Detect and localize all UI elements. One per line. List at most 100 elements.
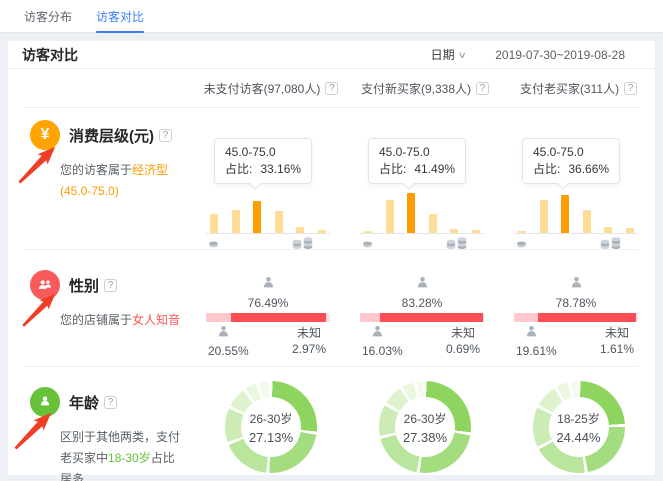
consume-histogram[interactable] (514, 192, 638, 234)
tooltip-label: 占比: (379, 162, 406, 176)
female-percent: 76.49% (206, 296, 330, 310)
tooltip-value: 36.66% (568, 162, 609, 176)
gender-people-icon (30, 270, 60, 300)
consume-label-cell: ¥ 消费层级(元) ? 您的访客属于经济型(45.0-75.0) (8, 108, 194, 255)
date-range-value[interactable]: 2019-07-30~2019-08-28 (495, 48, 625, 62)
desc-text: 您的访客属于 (60, 163, 132, 177)
tooltip-range: 45.0-75.0 (379, 144, 455, 161)
section-desc: 您的访客属于经济型(45.0-75.0) (60, 160, 186, 202)
male-percent: 16.03% (362, 344, 403, 358)
range-tooltip: 45.0-75.0 占比:36.66% (522, 138, 620, 184)
consume-chart-unpaid: 45.0-75.0 占比: 33.16% (194, 108, 348, 255)
unknown-percent: 0.69% (446, 341, 480, 357)
tooltip-label: 占比: (225, 162, 252, 176)
person-icon (30, 387, 60, 417)
help-icon[interactable]: ? (159, 129, 172, 142)
desc-highlight: 女人知音 (132, 313, 180, 327)
male-icon (516, 326, 539, 343)
histogram-bar[interactable] (429, 214, 437, 233)
histogram-bar[interactable] (626, 228, 634, 233)
female-icon (261, 277, 276, 294)
donut-center-value: 24.44% (556, 430, 600, 445)
tab-visitor-distribution[interactable]: 访客分布 (24, 0, 72, 32)
help-icon[interactable]: ? (104, 396, 117, 409)
consume-chart-new-buyers: 45.0-75.0 占比: 41.49% (348, 108, 502, 255)
section-gender: 性别 ? 您的店铺属于女人知音 76.49% 20.55% 未知2.97% 83… (8, 250, 655, 366)
histogram-bar[interactable] (253, 201, 261, 233)
age-donut[interactable]: 26-30岁27.13% (225, 381, 317, 473)
female-percent: 83.28% (360, 296, 484, 310)
female-icon (415, 277, 430, 294)
date-controls: 日期 ∨ 2019-07-30~2019-08-28 (431, 46, 625, 63)
gender-label-cell: 性别 ? 您的店铺属于女人知音 (8, 250, 194, 366)
help-icon[interactable]: ? (104, 279, 117, 292)
male-icon (208, 326, 231, 343)
tab-bar: 访客分布 访客对比 (0, 0, 663, 33)
help-icon[interactable]: ? (624, 82, 637, 95)
unknown-label: 未知 (292, 325, 326, 341)
section-desc: 您的店铺属于女人知音 (60, 310, 186, 331)
histogram-bar[interactable] (407, 193, 415, 233)
histogram-bar[interactable] (318, 230, 326, 233)
unknown-percent: 1.61% (600, 341, 634, 357)
visitor-comparison-card: 访客对比 日期 ∨ 2019-07-30~2019-08-28 未支付访客(97… (8, 41, 655, 475)
histogram-bar[interactable] (232, 210, 240, 233)
column-header-new-buyers: 支付新买家(9,338人)? (348, 80, 502, 97)
gender-bar[interactable] (514, 313, 638, 322)
histogram-bar[interactable] (364, 231, 372, 233)
yen-icon: ¥ (30, 120, 60, 150)
age-chart-unpaid: 26-30岁27.13% (194, 367, 348, 481)
date-filter-dropdown[interactable]: 日期 (431, 46, 455, 63)
female-percent: 78.78% (514, 296, 638, 310)
section-title: 消费层级(元) (69, 125, 154, 146)
histogram-bar[interactable] (210, 214, 218, 233)
unknown-label: 未知 (600, 325, 634, 341)
age-donut[interactable]: 18-25岁 24.44% (533, 381, 625, 473)
section-desc: 区别于其他两类，支付老买家中18-30岁占比居多 (60, 427, 186, 481)
panel-header: 访客对比 日期 ∨ 2019-07-30~2019-08-28 (8, 41, 655, 69)
section-consume-level: ¥ 消费层级(元) ? 您的访客属于经济型(45.0-75.0) 45.0-75… (8, 108, 655, 249)
histogram-bar[interactable] (450, 229, 458, 233)
consume-histogram[interactable] (360, 192, 484, 234)
column-header-label: 未支付访客(97,080人) (204, 80, 321, 97)
range-tooltip: 45.0-75.0 占比: 33.16% (214, 138, 312, 184)
donut-center-value: 27.38% (403, 430, 447, 445)
column-header-old-buyers: 支付老买家(311人)? (502, 80, 655, 97)
histogram-bar[interactable] (386, 200, 394, 233)
column-header-label: 支付新买家(9,338人) (361, 80, 471, 97)
age-chart-old-buyers: 18-25岁 24.44% (502, 367, 655, 481)
histogram-bar[interactable] (583, 210, 591, 233)
histogram-bar[interactable] (518, 231, 526, 233)
help-icon[interactable]: ? (325, 82, 338, 95)
histogram-bar[interactable] (540, 200, 548, 233)
column-header-label: 支付老买家(311人) (520, 80, 619, 97)
desc-text: 您的店铺属于 (60, 313, 132, 327)
desc-highlight: 18-30岁 (108, 451, 151, 465)
consume-chart-old-buyers: 45.0-75.0 占比:36.66% (502, 108, 655, 255)
histogram-bar[interactable] (296, 227, 304, 233)
male-icon (362, 326, 385, 343)
age-donut[interactable]: 26-30岁 27.38% (379, 381, 471, 473)
range-tooltip: 45.0-75.0 占比: 41.49% (368, 138, 466, 184)
histogram-bar[interactable] (604, 227, 612, 233)
tooltip-value: 33.16% (260, 162, 301, 176)
gender-bar[interactable] (360, 313, 484, 322)
tab-visitor-comparison[interactable]: 访客对比 (96, 0, 144, 32)
column-header-unpaid-visitors: 未支付访客(97,080人)? (194, 80, 348, 97)
gender-bar[interactable] (206, 313, 330, 322)
tooltip-label: 占比: (533, 162, 560, 176)
donut-center-label: 18-25岁 (557, 410, 600, 427)
unknown-label: 未知 (446, 325, 480, 341)
tooltip-value: 41.49% (414, 162, 455, 176)
help-icon[interactable]: ? (476, 82, 489, 95)
consume-histogram[interactable] (206, 192, 330, 234)
donut-center-label: 26-30岁 (404, 410, 447, 427)
histogram-bar[interactable] (472, 230, 480, 233)
male-percent: 20.55% (208, 344, 249, 358)
section-age: 年龄 ? 区别于其他两类，支付老买家中18-30岁占比居多 26-30岁27.1… (8, 367, 655, 475)
panel-title: 访客对比 (22, 45, 78, 65)
section-title: 性别 (69, 275, 99, 296)
histogram-bar[interactable] (275, 211, 283, 233)
tooltip-range: 45.0-75.0 (225, 144, 301, 161)
histogram-bar[interactable] (561, 195, 569, 233)
